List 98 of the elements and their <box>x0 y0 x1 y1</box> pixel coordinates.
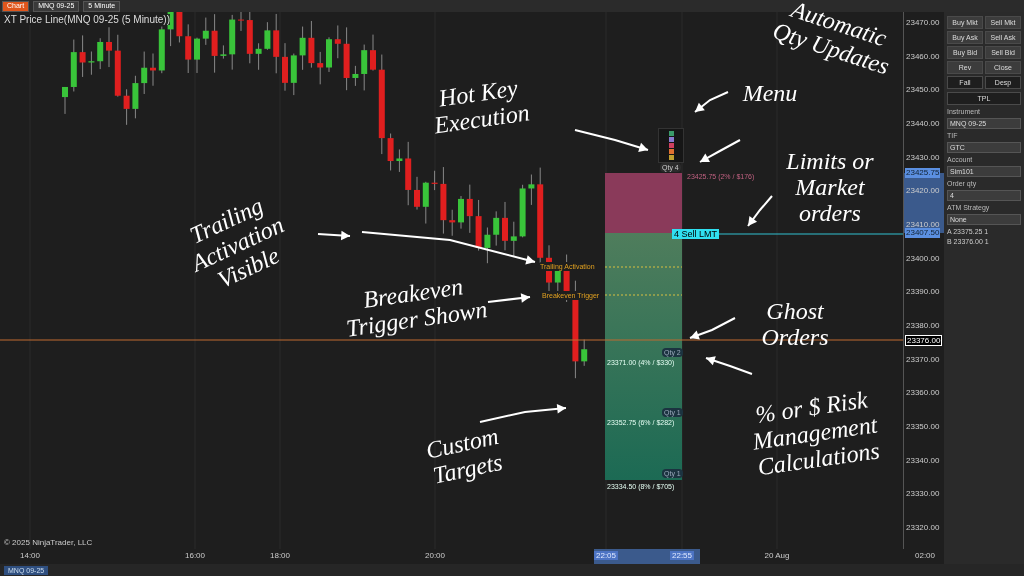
price-label: 23330.00 <box>906 489 940 500</box>
candle <box>466 184 473 234</box>
order-label[interactable]: 4 Sell LMT <box>672 229 719 239</box>
price-label: 23410.00 <box>906 220 940 230</box>
candle <box>528 174 535 206</box>
arrow <box>699 139 741 163</box>
candle <box>158 26 165 74</box>
candle <box>475 199 482 252</box>
candle <box>194 37 200 74</box>
candle <box>255 42 262 71</box>
candle <box>422 181 429 225</box>
candle <box>97 37 104 70</box>
candle <box>352 65 359 87</box>
chart-title: XT Price Line(MNQ 09-25 (5 Minute)) <box>4 14 170 25</box>
candle <box>387 133 394 171</box>
candle <box>62 86 68 115</box>
hotkey-menu[interactable] <box>658 128 684 163</box>
time-label: 02:00 <box>914 551 936 560</box>
price-label: 23460.00 <box>906 51 940 62</box>
candle <box>264 21 271 51</box>
candle <box>246 12 253 64</box>
handwritten-note: Ghost Orders <box>760 298 830 350</box>
time-label: 14:00 <box>19 551 41 560</box>
price-label: 23450.00 <box>906 85 940 96</box>
candle <box>70 39 77 92</box>
candle <box>308 20 315 69</box>
time-label: 20:00 <box>424 551 446 560</box>
price-label: 23420.00 <box>906 186 940 197</box>
candle <box>510 221 517 258</box>
candle <box>484 227 491 264</box>
candle <box>440 166 447 235</box>
price-label: 23430.00 <box>906 152 940 163</box>
candle <box>202 17 209 46</box>
price-label: 23470.00 <box>906 18 940 28</box>
candle <box>150 53 156 87</box>
candle <box>493 210 500 247</box>
order-price-label: 23407.50 <box>905 228 941 238</box>
candle <box>282 42 288 92</box>
candle <box>106 26 112 68</box>
candle <box>211 13 218 74</box>
candle <box>431 170 438 191</box>
candle <box>370 34 376 72</box>
candle <box>334 24 341 59</box>
candle <box>220 44 227 60</box>
arrow <box>317 230 351 241</box>
candle <box>79 34 86 78</box>
candle <box>449 209 456 237</box>
candle <box>141 51 148 95</box>
candle <box>123 88 130 126</box>
time-label: 20 Aug <box>763 551 791 560</box>
price-label: 23440.00 <box>906 119 940 129</box>
handwritten-note: Breakeven Trigger Shown <box>343 272 490 344</box>
candle <box>290 53 297 96</box>
price-label: 23390.00 <box>906 287 940 298</box>
candle <box>458 195 464 230</box>
price-label: 23370.00 <box>906 354 940 365</box>
candle <box>343 26 350 91</box>
time-label: 16:00 <box>184 551 206 560</box>
candle <box>185 23 192 74</box>
handwritten-note: Menu <box>741 80 799 106</box>
candle <box>176 12 183 43</box>
candle <box>88 51 95 76</box>
candle <box>273 13 280 74</box>
candle <box>326 36 332 73</box>
price-label: 23350.00 <box>906 422 940 432</box>
price-label: 23380.00 <box>906 321 940 331</box>
candle <box>361 44 368 91</box>
candle <box>519 184 526 238</box>
candle <box>229 14 236 71</box>
candle <box>132 75 139 119</box>
candle <box>299 26 306 71</box>
arrow <box>487 293 531 303</box>
current-price-label: 23376.00 <box>905 335 943 346</box>
price-label: 23400.00 <box>906 253 940 264</box>
handwritten-note: Hot Key Execution <box>431 73 533 141</box>
handwritten-note: Limits or Market orders <box>785 148 875 226</box>
handwritten-note: % or $ Risk Management Calculations <box>750 385 883 483</box>
copyright-text: © 2025 NinjaTrader, LLC <box>4 538 93 547</box>
candle <box>581 339 588 367</box>
handwritten-note: Custom Targets <box>422 421 506 491</box>
candle <box>414 176 420 211</box>
price-label: 23360.00 <box>906 388 940 399</box>
price-label: 23320.00 <box>906 523 940 533</box>
candle <box>405 141 412 206</box>
time-label: 22:55 <box>670 551 694 560</box>
time-label: 22:05 <box>594 551 618 560</box>
candle <box>317 51 324 85</box>
candle <box>396 148 403 173</box>
time-label: 18:00 <box>269 551 291 560</box>
candle <box>238 12 244 32</box>
price-label: 23340.00 <box>906 455 940 466</box>
arrow <box>747 195 773 227</box>
arrow <box>705 356 753 375</box>
order-price-label: 23425.75 <box>905 168 941 178</box>
candle <box>502 201 508 251</box>
arrow <box>689 317 736 340</box>
arrow <box>694 91 729 113</box>
candle <box>114 34 121 98</box>
